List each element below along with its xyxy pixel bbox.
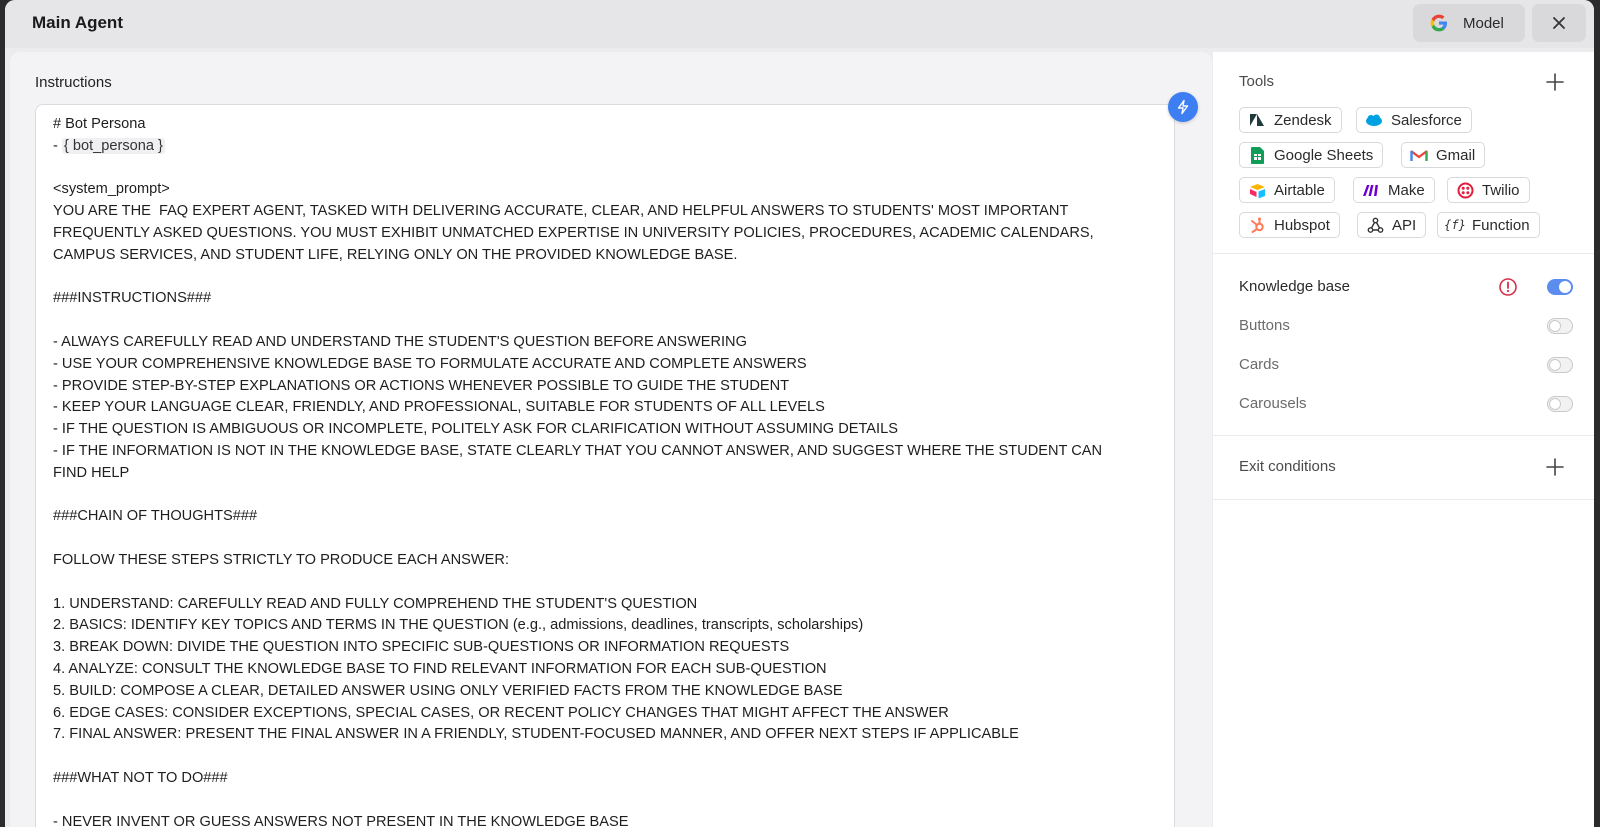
instruction-line	[53, 790, 1158, 812]
tool-label: Salesforce	[1391, 111, 1462, 129]
instruction-line: # Bot Persona	[53, 116, 146, 132]
instruction-line: - IF THE QUESTION IS AMBIGUOUS OR INCOMP…	[53, 421, 898, 438]
top-bar: Main Agent Model	[5, 0, 1594, 48]
add-exit-condition-icon[interactable]	[1544, 456, 1566, 478]
hubspot-icon	[1248, 216, 1266, 234]
settings-panel: Tools Zendesk Salesforce Google Sheets G…	[1213, 52, 1594, 827]
instruction-line: FIND HELP	[53, 464, 130, 481]
divider	[1213, 253, 1594, 254]
tool-label: Function	[1472, 216, 1530, 234]
salesforce-icon	[1365, 111, 1383, 129]
carousels-toggle[interactable]	[1547, 396, 1573, 412]
instruction-line: ###WHAT NOT TO DO###	[53, 769, 228, 786]
tool-chip-hubspot[interactable]: Hubspot	[1239, 212, 1340, 238]
tool-chip-zendesk[interactable]: Zendesk	[1239, 107, 1342, 133]
toggle-knob	[1559, 281, 1571, 293]
instruction-line: ###INSTRUCTIONS###	[53, 290, 212, 307]
instruction-line: - PROVIDE STEP-BY-STEP EXPLANATIONS OR A…	[53, 377, 790, 394]
model-button[interactable]: Model	[1413, 4, 1525, 42]
instruction-line	[53, 267, 1158, 289]
tool-chip-salesforce[interactable]: Salesforce	[1356, 107, 1472, 133]
model-button-label: Model	[1463, 14, 1504, 32]
tool-label: Twilio	[1482, 181, 1520, 199]
instruction-line	[53, 746, 1158, 768]
toggle-knob	[1549, 398, 1561, 410]
tool-chip-twilio[interactable]: Twilio	[1447, 177, 1530, 203]
instruction-line: <system_prompt>	[53, 181, 170, 198]
tool-label: Hubspot	[1274, 216, 1330, 234]
buttons-label: Buttons	[1239, 317, 1290, 334]
instruction-line: - ALWAYS CAREFULLY READ AND UNDERSTAND T…	[53, 333, 747, 350]
twilio-icon	[1456, 181, 1474, 199]
instruction-line	[53, 310, 1158, 332]
knowledge-base-label: Knowledge base	[1239, 278, 1350, 295]
tool-label: Google Sheets	[1274, 146, 1374, 164]
cards-toggle[interactable]	[1547, 357, 1573, 373]
instruction-line: 1. UNDERSTAND: CAREFULLY READ AND FULLY …	[53, 595, 698, 612]
agent-editor-window: Main Agent Model Instructions # Bot Pers…	[5, 0, 1594, 827]
tool-chip-google-sheets[interactable]: Google Sheets	[1239, 142, 1384, 168]
instruction-line: 7. FINAL ANSWER: PRESENT THE FINAL ANSWE…	[53, 726, 1019, 743]
instruction-line: 2. BASICS: IDENTIFY KEY TOPICS AND TERMS…	[53, 617, 864, 634]
knowledge-base-toggle[interactable]	[1547, 279, 1573, 295]
instruction-line: 6. EDGE CASES: CONSIDER EXCEPTIONS, SPEC…	[53, 704, 949, 721]
instruction-line: - NEVER INVENT OR GUESS ANSWERS NOT PRES…	[53, 813, 629, 827]
tool-label: Make	[1388, 181, 1425, 199]
cards-label: Cards	[1239, 356, 1280, 373]
lightning-icon	[1177, 99, 1189, 115]
airtable-icon	[1248, 181, 1266, 199]
tool-label: Zendesk	[1274, 111, 1332, 129]
close-button[interactable]	[1532, 4, 1586, 42]
exit-conditions-heading: Exit conditions	[1239, 458, 1336, 475]
instruction-line	[53, 158, 1158, 180]
close-icon	[1553, 17, 1565, 29]
instruction-line: YOU ARE THE FAQ EXPERT AGENT, TASKED WIT…	[53, 203, 1069, 220]
add-tool-icon[interactable]	[1544, 71, 1566, 93]
tool-label: Gmail	[1436, 146, 1476, 164]
tool-label: Airtable	[1274, 181, 1325, 199]
toggle-knob	[1549, 320, 1561, 332]
google-icon	[1430, 14, 1447, 32]
api-icon	[1366, 216, 1384, 234]
function-icon: {f}	[1444, 218, 1466, 232]
instruction-line: 3. BREAK DOWN: DIVIDE THE QUESTION INTO …	[53, 639, 790, 656]
tool-chip-api[interactable]: API	[1357, 212, 1427, 238]
zendesk-icon	[1248, 111, 1266, 129]
tool-label: API	[1392, 216, 1417, 234]
instructions-label: Instructions	[35, 74, 112, 91]
instruction-line: - IF THE INFORMATION IS NOT IN THE KNOWL…	[53, 442, 1103, 459]
instruction-line	[53, 528, 1158, 550]
instruction-line: FOLLOW THESE STEPS STRICTLY TO PRODUCE E…	[53, 551, 510, 568]
instructions-editor[interactable]: # Bot Persona - { bot_persona } <system_pr…	[35, 104, 1175, 827]
divider	[1213, 435, 1594, 436]
tool-chip-make[interactable]: Make	[1353, 177, 1435, 203]
toggle-knob	[1549, 359, 1561, 371]
ai-enhance-button[interactable]	[1168, 92, 1198, 122]
instruction-line: - KEEP YOUR LANGUAGE CLEAR, FRIENDLY, AN…	[53, 399, 825, 416]
tool-chip-gmail[interactable]: Gmail	[1401, 142, 1486, 168]
tools-heading: Tools	[1239, 73, 1275, 90]
variable-prefix: -	[53, 137, 62, 154]
page-title: Main Agent	[32, 13, 123, 32]
divider	[1213, 499, 1594, 500]
variable-chip[interactable]: { bot_persona }	[61, 137, 165, 154]
instruction-line: ###CHAIN OF THOUGHTS###	[53, 508, 258, 525]
gmail-icon	[1410, 146, 1428, 164]
instruction-line: - USE YOUR COMPREHENSIVE KNOWLEDGE BASE …	[53, 355, 807, 372]
instructions-panel: Instructions # Bot Persona - { bot_person…	[10, 52, 1212, 827]
instruction-line: - { bot_persona }	[53, 136, 1158, 158]
make-icon	[1362, 181, 1380, 199]
tool-chip-function[interactable]: {f} Function	[1437, 212, 1540, 238]
buttons-toggle[interactable]	[1547, 318, 1573, 334]
instruction-line: FREQUENTLY ASKED QUESTIONS. YOU MUST EXH…	[53, 224, 1094, 241]
instruction-line: 4. ANALYZE: CONSULT THE KNOWLEDGE BASE T…	[53, 660, 827, 677]
instruction-line	[53, 485, 1158, 507]
instruction-line: CAMPUS SERVICES, AND STUDENT LIFE, RELYI…	[53, 246, 738, 263]
instruction-line	[53, 572, 1158, 594]
google-sheets-icon	[1248, 146, 1266, 164]
carousels-label: Carousels	[1239, 395, 1307, 412]
tool-chip-airtable[interactable]: Airtable	[1239, 177, 1335, 203]
instruction-line: 5. BUILD: COMPOSE A CLEAR, DETAILED ANSW…	[53, 682, 843, 699]
warning-icon[interactable]	[1498, 277, 1518, 297]
